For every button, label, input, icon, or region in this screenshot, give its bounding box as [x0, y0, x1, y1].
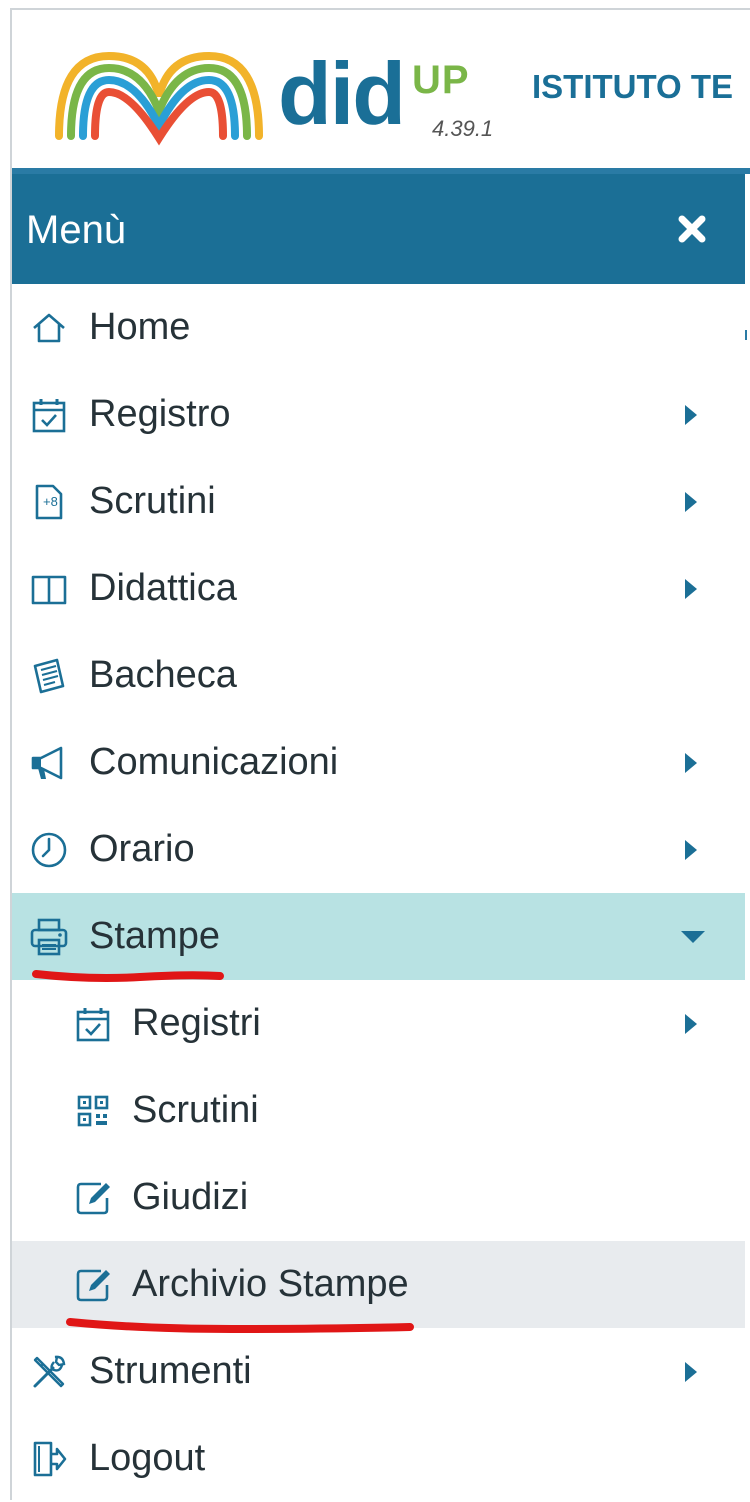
submenu-item-giudizi[interactable]: Giudizi [12, 1154, 745, 1241]
tools-icon [26, 1349, 72, 1395]
logout-icon [26, 1436, 72, 1482]
clock-icon [26, 827, 72, 873]
menu-item-bacheca[interactable]: Bacheca [12, 632, 745, 719]
menu-item-scrutini[interactable]: +8 Scrutini [12, 458, 745, 545]
menu-item-label: Didattica [89, 567, 237, 609]
menu-item-label: Registri [132, 1002, 261, 1044]
chevron-right-icon [685, 1013, 697, 1034]
menu-item-label: Strumenti [89, 1350, 252, 1392]
menu-item-label: Comunicazioni [89, 741, 339, 783]
menu-title: Menù [26, 208, 127, 252]
menu-item-label: Registro [89, 393, 231, 435]
menu-item-stampe[interactable]: Stampe [12, 893, 745, 980]
calendar-check-icon [26, 392, 72, 438]
app-version: 4.39.1 [432, 116, 494, 141]
menu-item-label: Archivio Stampe [132, 1263, 409, 1305]
menu-item-label: Scrutini [89, 480, 216, 522]
submenu-item-registri[interactable]: Registri [12, 980, 745, 1067]
rainbow-logo-icon [55, 51, 263, 146]
home-icon [26, 305, 72, 351]
chevron-down-icon [681, 930, 705, 943]
chevron-right-icon [685, 752, 697, 773]
school-name: ISTITUTO TE [532, 68, 734, 105]
close-icon[interactable] [675, 212, 709, 246]
menu-item-label: Bacheca [89, 654, 237, 696]
menu-item-orario[interactable]: Orario [12, 806, 745, 893]
sidebar-menu: Home Registro +8 Scrutini Didattica Bach… [12, 284, 745, 1502]
menu-item-label: Stampe [89, 915, 220, 957]
menu-item-comunicazioni[interactable]: Comunicazioni [12, 719, 745, 806]
app-logo-text: did [278, 44, 406, 143]
edit-icon [70, 1175, 116, 1221]
menu-item-strumenti[interactable]: Strumenti [12, 1328, 745, 1415]
menu-item-label: Scrutini [132, 1089, 259, 1131]
calendar-check-icon [70, 1001, 116, 1047]
menu-item-didattica[interactable]: Didattica [12, 545, 745, 632]
app-header: did UP 4.39.1 ISTITUTO TE [12, 10, 750, 170]
submenu-item-archivio-stampe[interactable]: Archivio Stampe [12, 1241, 745, 1328]
menu-item-home[interactable]: Home [12, 284, 745, 371]
menu-item-label: Home [89, 306, 191, 348]
chevron-right-icon [685, 404, 697, 425]
submenu-item-scrutini[interactable]: Scrutini [12, 1067, 745, 1154]
svg-text:+8: +8 [43, 494, 58, 509]
app-logo-superscript: UP [412, 58, 470, 102]
noticeboard-icon [26, 653, 72, 699]
megaphone-icon [26, 740, 72, 786]
chevron-right-icon [685, 578, 697, 599]
menu-item-label: Giudizi [132, 1176, 249, 1218]
chevron-right-icon [685, 1361, 697, 1382]
printer-icon [26, 914, 72, 960]
chevron-right-icon [685, 491, 697, 512]
menu-item-logout[interactable]: Logout [12, 1415, 745, 1502]
qr-grid-icon [70, 1088, 116, 1134]
menu-item-label: Logout [89, 1437, 206, 1479]
edit-icon [70, 1262, 116, 1308]
menu-item-label: Orario [89, 828, 195, 870]
book-icon [26, 566, 72, 612]
chevron-right-icon [685, 839, 697, 860]
grade-report-icon: +8 [26, 479, 72, 525]
app-window: did UP 4.39.1 ISTITUTO TE Menù Home Regi… [0, 0, 750, 1502]
menu-header: Menù [12, 174, 745, 284]
menu-item-registro[interactable]: Registro [12, 371, 745, 458]
